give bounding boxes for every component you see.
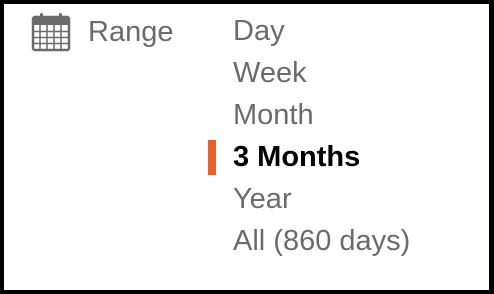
selected-indicator <box>208 140 216 175</box>
range-option-day[interactable]: Day <box>233 10 410 52</box>
range-option-3-months-label: 3 Months <box>233 141 361 173</box>
calendar-icon <box>31 13 71 52</box>
range-header: Range <box>30 12 173 52</box>
range-option-month[interactable]: Month <box>233 94 410 136</box>
range-option-3-months[interactable]: 3 Months <box>208 136 410 178</box>
range-label: Range <box>88 16 174 48</box>
range-option-year[interactable]: Year <box>233 178 410 220</box>
range-option-all[interactable]: All (860 days) <box>233 220 410 262</box>
range-options-list: Day Week Month 3 Months Year All (860 da… <box>208 10 410 262</box>
range-option-week[interactable]: Week <box>233 52 410 94</box>
range-panel: Range Day Week Month 3 Months Year All (… <box>0 0 494 294</box>
